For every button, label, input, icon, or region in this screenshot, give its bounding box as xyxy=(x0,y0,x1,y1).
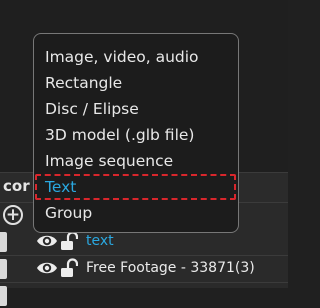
eye-icon[interactable] xyxy=(36,260,58,276)
divider xyxy=(0,255,288,256)
menu-item-group[interactable]: Group xyxy=(34,200,238,226)
layer-row[interactable]: Free Footage - 33871(3) xyxy=(0,257,288,281)
layer-row[interactable]: text xyxy=(0,230,288,254)
plus-circle-icon: + xyxy=(5,204,21,225)
menu-item-3d-model[interactable]: 3D model (.glb file) xyxy=(34,122,238,148)
lock-open-icon[interactable] xyxy=(60,258,78,278)
section-label: cor xyxy=(3,177,30,195)
menu-item-text[interactable]: Text xyxy=(34,174,238,200)
divider xyxy=(0,282,288,283)
lock-open-icon[interactable] xyxy=(60,231,78,251)
drag-handle[interactable] xyxy=(0,259,7,279)
drag-handle[interactable] xyxy=(0,286,7,306)
add-layer-button[interactable]: + xyxy=(3,205,23,225)
layer-name: Free Footage - 33871(3) xyxy=(86,260,255,276)
eye-icon[interactable] xyxy=(36,233,58,249)
menu-item-image-sequence[interactable]: Image sequence xyxy=(34,148,238,174)
add-layer-menu: Image, video, audio Rectangle Disc / Eli… xyxy=(33,33,239,233)
menu-item-rectangle[interactable]: Rectangle xyxy=(34,70,238,96)
menu-item-disc-ellipse[interactable]: Disc / Elipse xyxy=(34,96,238,122)
menu-item-image-video-audio[interactable]: Image, video, audio xyxy=(34,44,238,70)
drag-handle[interactable] xyxy=(0,232,7,252)
layer-name: text xyxy=(86,233,114,249)
